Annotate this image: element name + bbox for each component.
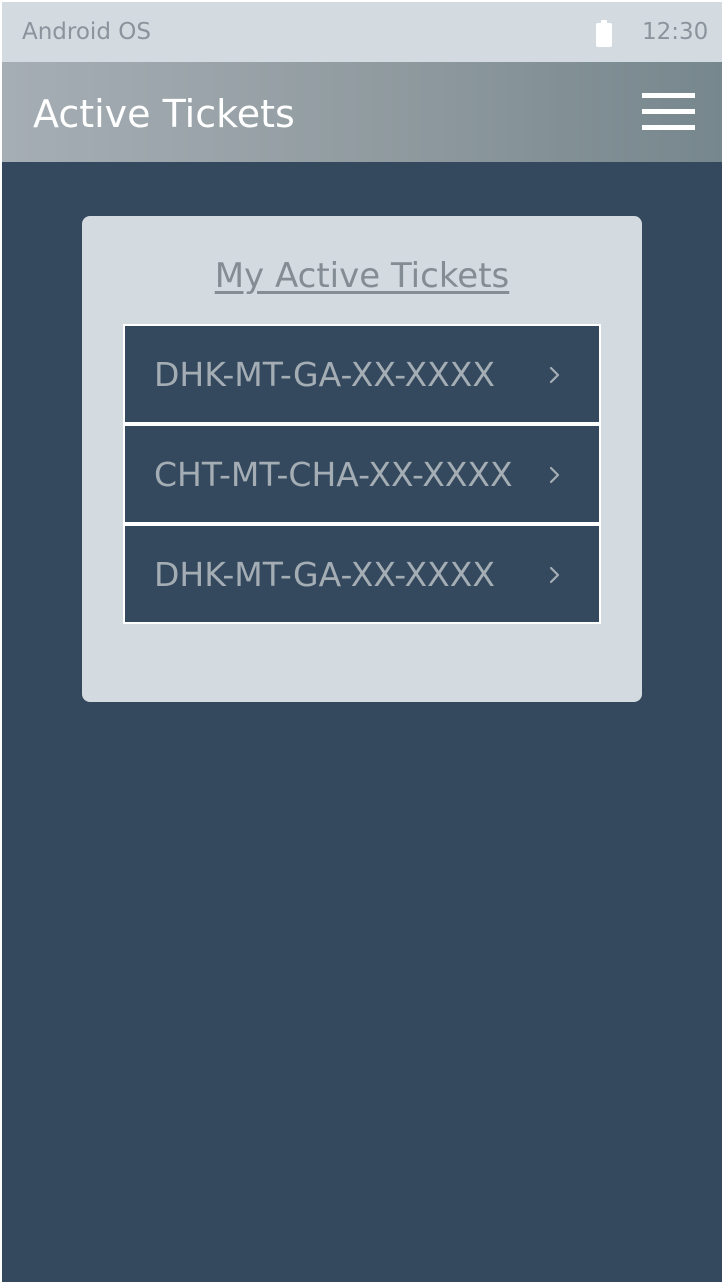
screen: Android OS 12:30 Active Tickets My Activ… — [2, 2, 722, 1282]
ticket-list: DHK-MT-GA-XX-XXXX CHT-MT-CHA-XX-XXXX DHK… — [123, 324, 601, 624]
ticket-code: DHK-MT-GA-XX-XXXX — [154, 555, 495, 594]
chevron-right-icon — [549, 366, 560, 384]
ticket-code: DHK-MT-GA-XX-XXXX — [154, 355, 495, 394]
chevron-right-icon — [549, 566, 560, 584]
status-os-label: Android OS — [22, 19, 151, 45]
status-time: 12:30 — [642, 19, 709, 45]
ticket-item[interactable]: DHK-MT-GA-XX-XXXX — [123, 524, 601, 624]
page-title: Active Tickets — [33, 92, 295, 136]
ticket-item[interactable]: CHT-MT-CHA-XX-XXXX — [123, 424, 601, 524]
card-title[interactable]: My Active Tickets — [82, 256, 642, 296]
hamburger-menu-icon[interactable] — [642, 93, 695, 130]
active-tickets-card: My Active Tickets DHK-MT-GA-XX-XXXX CHT-… — [82, 216, 642, 702]
app-bar: Active Tickets — [2, 62, 722, 162]
chevron-right-icon — [549, 466, 560, 484]
status-bar: Android OS 12:30 — [2, 2, 722, 62]
ticket-item[interactable]: DHK-MT-GA-XX-XXXX — [123, 324, 601, 424]
battery-icon — [596, 20, 612, 47]
ticket-code: CHT-MT-CHA-XX-XXXX — [154, 455, 513, 494]
